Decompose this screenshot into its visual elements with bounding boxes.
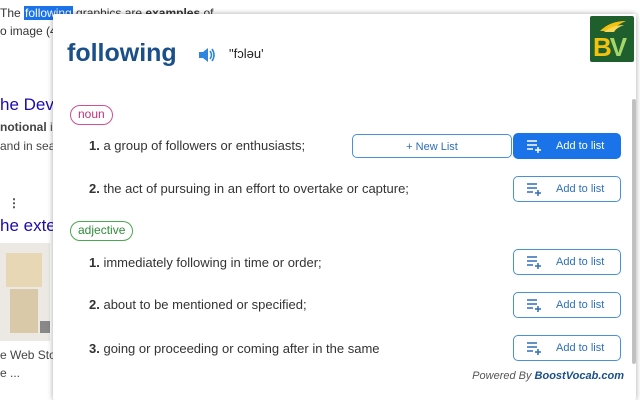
background-text: The (0, 6, 25, 20)
background-text: e ... (0, 366, 21, 380)
background-text: o image (4 (0, 24, 57, 38)
playlist-add-icon (527, 342, 541, 355)
definition: 1. a group of followers or enthusiasts; (89, 138, 306, 153)
new-list-button[interactable]: + New List (352, 134, 512, 158)
add-to-list-button[interactable]: Add to list (513, 249, 621, 275)
definition: 2. the act of pursuing in an effort to o… (89, 181, 409, 196)
playlist-add-icon (527, 140, 541, 153)
background-text: notional in (0, 120, 59, 134)
headword: following (67, 39, 177, 67)
wing-icon (600, 21, 626, 32)
background-text: and in sea (0, 139, 56, 153)
pos-tag-noun: noun (70, 105, 113, 125)
add-to-list-button[interactable]: Add to list (513, 292, 621, 318)
add-to-list-button[interactable]: Add to list (513, 335, 621, 361)
definition: 1. immediately following in time or orde… (89, 255, 322, 270)
background-link[interactable]: he exte (0, 216, 56, 236)
scrollbar[interactable] (632, 99, 636, 364)
brand-link[interactable]: BoostVocab.com (535, 370, 624, 382)
pos-tag-adjective: adjective (70, 221, 134, 241)
background-link[interactable]: he Dev (0, 95, 54, 115)
definition: 2. about to be mentioned or specified; (89, 297, 307, 312)
background-text: e Web Sto (0, 348, 56, 362)
add-to-list-button[interactable]: Add to list (513, 133, 621, 159)
definition: 3. going or proceeding or coming after i… (89, 341, 380, 356)
playlist-add-icon (527, 256, 541, 269)
powered-by: Powered By BoostVocab.com (472, 370, 624, 382)
boostvocab-logo: BV (590, 16, 634, 62)
background-thumbnail (0, 243, 50, 341)
phonetic: "fɔləu' (229, 46, 264, 61)
speaker-icon[interactable] (198, 47, 216, 63)
playlist-add-icon (527, 183, 541, 196)
add-to-list-button[interactable]: Add to list (513, 176, 621, 202)
more-options-icon[interactable]: ⋮ (8, 196, 20, 210)
playlist-add-icon (527, 299, 541, 312)
dictionary-popup: BV following "fɔləu' noun 1. a group of … (53, 14, 636, 400)
